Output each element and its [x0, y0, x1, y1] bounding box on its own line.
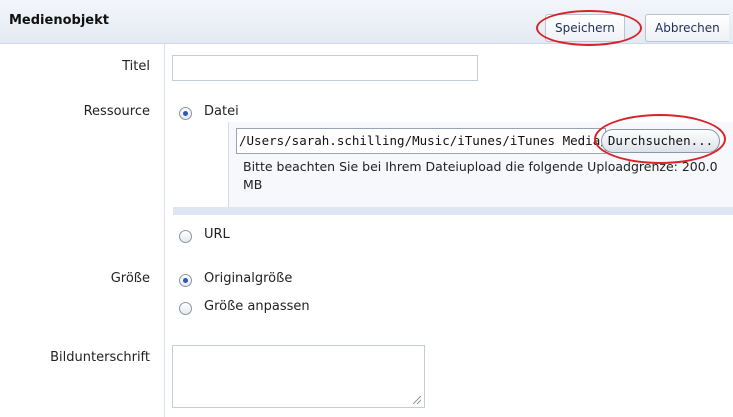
panel-title: Medienobjekt — [9, 13, 109, 28]
section-separator — [173, 207, 733, 215]
cancel-button[interactable]: Abbrechen — [645, 14, 729, 42]
resource-label: Ressource — [83, 104, 150, 119]
size-custom-radio[interactable] — [179, 302, 192, 315]
size-original-label: Originalgröße — [204, 271, 293, 286]
browse-button[interactable]: Durchsuchen... — [601, 129, 720, 153]
title-input[interactable] — [172, 55, 478, 81]
save-button[interactable]: Speichern — [545, 14, 625, 42]
file-path-field[interactable]: /Users/sarah.schilling/Music/iTunes/iTun… — [236, 128, 606, 154]
upload-limit-note: Bitte beachten Sie bei Ihrem Dateiupload… — [243, 159, 718, 192]
caption-textarea[interactable] — [172, 345, 425, 408]
caption-label: Bildunterschrift — [50, 350, 150, 365]
column-divider — [164, 44, 165, 417]
panel-header: Medienobjekt Speichern Abbrechen — [0, 0, 733, 46]
size-custom-label: Größe anpassen — [204, 299, 310, 314]
resource-file-label: Datei — [204, 104, 239, 119]
resize-grip-icon[interactable] — [413, 396, 421, 404]
resource-url-label: URL — [204, 227, 230, 242]
resource-file-radio[interactable] — [179, 107, 192, 120]
size-original-radio[interactable] — [179, 274, 192, 287]
size-label: Größe — [110, 271, 150, 286]
title-label: Titel — [122, 59, 150, 74]
resource-url-radio[interactable] — [179, 230, 192, 243]
